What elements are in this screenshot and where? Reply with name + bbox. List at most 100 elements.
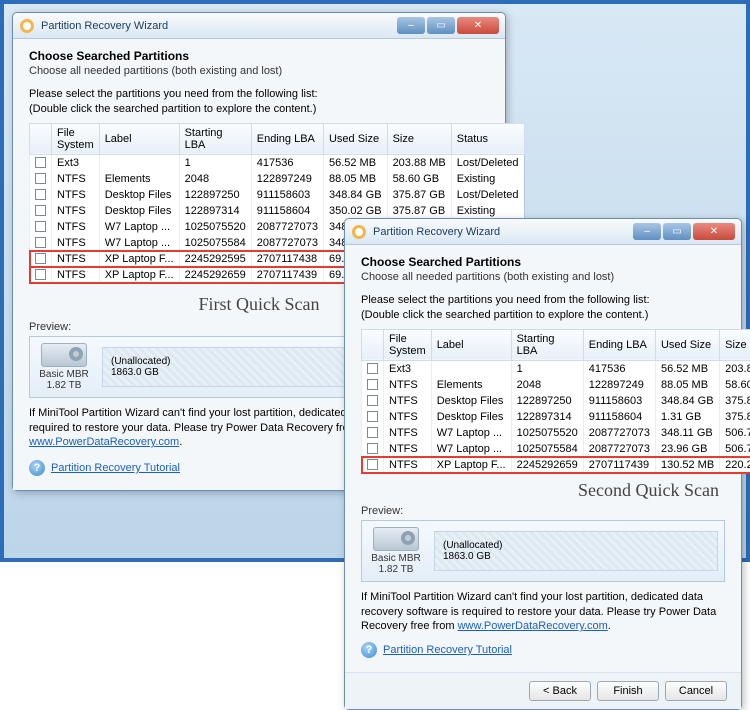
close-button[interactable]: ✕ [457,17,499,34]
row-checkbox[interactable] [35,205,46,216]
table-row[interactable]: NTFSW7 Laptop ...10250755202087727073348… [362,425,750,441]
cell-fs: NTFS [384,425,432,441]
cell-used: 1.31 GB [655,409,719,425]
row-checkbox[interactable] [35,173,46,184]
partition-table[interactable]: File System Label Starting LBA Ending LB… [361,329,750,474]
col-slba[interactable]: Starting LBA [179,123,251,154]
cell-label: Desktop Files [431,409,511,425]
cell-slba: 1025075584 [179,235,251,251]
cell-slba: 122897314 [511,409,583,425]
col-fs[interactable]: File System [384,329,432,360]
cell-size: 506.71 GB [720,425,750,441]
table-row[interactable]: NTFSXP Laptop F...2245292659270711743913… [362,457,750,474]
minimize-button[interactable]: – [397,17,425,34]
back-button[interactable]: < Back [529,681,591,701]
cell-size: 375.87 GB [720,393,750,409]
table-row[interactable]: NTFSW7 Laptop ...1025075584208772707323.… [362,441,750,457]
cell-size: 506.71 GB [720,441,750,457]
cell-label: Elements [431,377,511,393]
cell-elba: 2707117438 [251,251,323,267]
row-checkbox[interactable] [35,237,46,248]
cancel-button[interactable]: Cancel [665,681,727,701]
col-label[interactable]: Label [99,123,179,154]
col-label[interactable]: Label [431,329,511,360]
table-row[interactable]: Ext3141753656.52 MB203.88 MBLost/Deleted [30,154,525,171]
col-size[interactable]: Size [720,329,750,360]
col-slba[interactable]: Starting LBA [511,329,583,360]
page-heading: Choose Searched Partitions [29,49,489,63]
col-size[interactable]: Size [387,123,451,154]
row-checkbox[interactable] [367,411,378,422]
row-checkbox[interactable] [367,379,378,390]
page-heading: Choose Searched Partitions [361,255,725,269]
row-checkbox[interactable] [35,221,46,232]
table-row[interactable]: NTFSDesktop Files122897250911158603348.8… [30,187,525,203]
table-row[interactable]: Ext3141753656.52 MB203.88 MBLost/Deleted [362,360,750,377]
cell-slba: 122897314 [179,203,251,219]
row-checkbox[interactable] [367,395,378,406]
row-checkbox[interactable] [35,253,46,264]
maximize-button[interactable]: ▭ [427,17,455,34]
cell-label: Desktop Files [99,187,179,203]
minimize-button[interactable]: – [633,223,661,240]
cell-used: 348.11 GB [655,425,719,441]
cell-slba: 2245292659 [179,267,251,284]
cell-used: 23.96 GB [655,441,719,457]
cell-size: 203.88 MB [387,154,451,171]
col-used[interactable]: Used Size [655,329,719,360]
maximize-button[interactable]: ▭ [663,223,691,240]
col-fs[interactable]: File System [52,123,100,154]
row-checkbox[interactable] [35,157,46,168]
preview-panel: Basic MBR 1.82 TB (Unallocated) 1863.0 G… [361,520,725,582]
cell-slba: 1025075520 [511,425,583,441]
cell-used: 88.05 MB [323,171,387,187]
cell-label: Desktop Files [99,203,179,219]
row-checkbox[interactable] [35,269,46,280]
cell-elba: 2707117439 [251,267,323,284]
finish-button[interactable]: Finish [597,681,659,701]
col-status[interactable]: Status [451,123,524,154]
titlebar[interactable]: Partition Recovery Wizard – ▭ ✕ [345,219,741,245]
instructions: Please select the partitions you need fr… [361,293,725,323]
close-button[interactable]: ✕ [693,223,735,240]
table-row[interactable]: NTFSDesktop Files1228973149111586041.31 … [362,409,750,425]
row-checkbox[interactable] [367,427,378,438]
tutorial-link[interactable]: Partition Recovery Tutorial [383,644,512,656]
power-data-recovery-link[interactable]: www.PowerDataRecovery.com [29,436,179,448]
scan-caption-second: Second Quick Scan [367,480,719,501]
col-elba[interactable]: Ending LBA [583,329,655,360]
cell-slba: 1 [511,360,583,377]
power-data-recovery-link[interactable]: www.PowerDataRecovery.com [458,620,608,632]
cell-label: XP Laptop F... [99,251,179,267]
cell-elba: 417536 [251,154,323,171]
row-checkbox[interactable] [367,459,378,470]
cell-elba: 911158604 [251,203,323,219]
table-row[interactable]: NTFSDesktop Files122897250911158603348.8… [362,393,750,409]
titlebar[interactable]: Partition Recovery Wizard – ▭ ✕ [13,13,505,39]
cell-fs: NTFS [52,235,100,251]
cell-used: 56.52 MB [323,154,387,171]
cell-elba: 2707117439 [583,457,655,474]
page-subtitle: Choose all needed partitions (both exist… [361,271,725,283]
tutorial-link[interactable]: Partition Recovery Tutorial [51,462,180,474]
cell-elba: 2087727073 [251,235,323,251]
cell-label [431,360,511,377]
app-icon [19,18,35,34]
table-row[interactable]: NTFSElements204812289724988.05 MB58.60 G… [30,171,525,187]
cell-label: W7 Laptop ... [431,441,511,457]
cell-fs: NTFS [384,377,432,393]
row-checkbox[interactable] [367,443,378,454]
cell-status: Existing [451,203,524,219]
cell-fs: NTFS [52,203,100,219]
cell-slba: 2245292595 [179,251,251,267]
row-checkbox[interactable] [35,189,46,200]
window-title: Partition Recovery Wizard [41,20,397,32]
cell-label: XP Laptop F... [431,457,511,474]
col-used[interactable]: Used Size [323,123,387,154]
row-checkbox[interactable] [367,363,378,374]
cell-label: Elements [99,171,179,187]
table-row[interactable]: NTFSDesktop Files122897314911158604350.0… [30,203,525,219]
cell-fs: NTFS [384,441,432,457]
table-row[interactable]: NTFSElements204812289724988.05 MB58.60 G… [362,377,750,393]
col-elba[interactable]: Ending LBA [251,123,323,154]
